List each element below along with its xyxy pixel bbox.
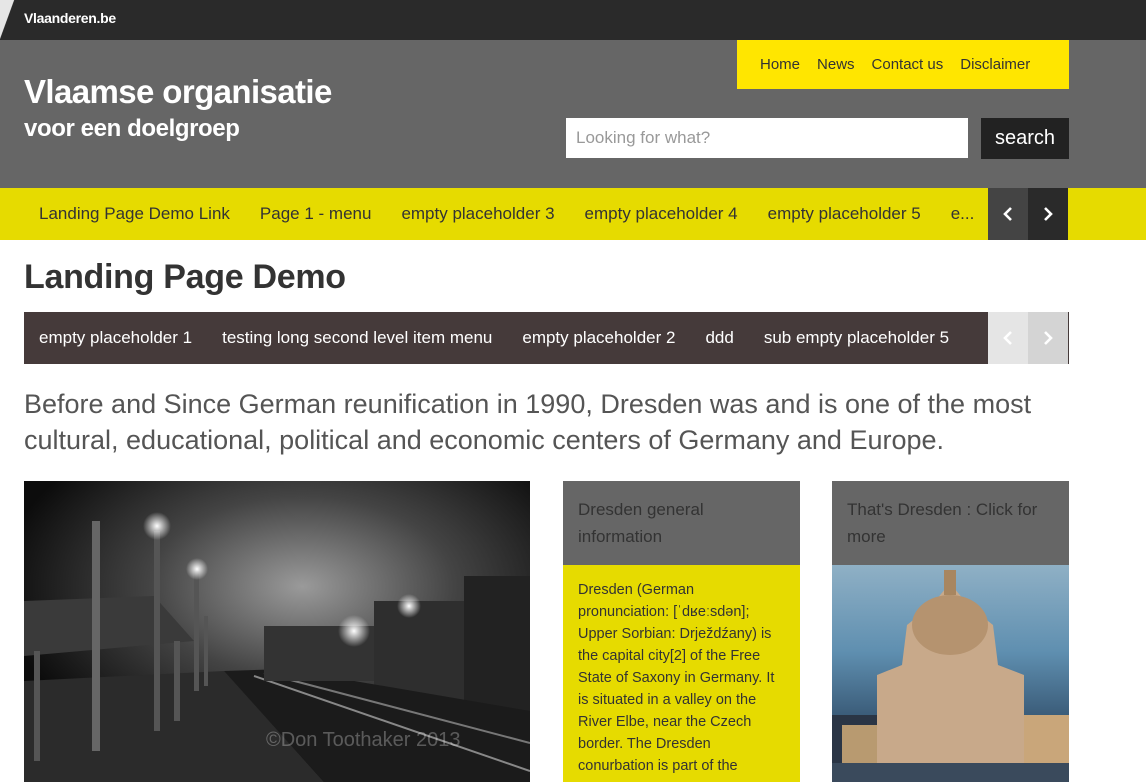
top-bar: Vlaanderen.be	[0, 0, 1146, 40]
main-nav: Landing Page Demo Link Page 1 - menu emp…	[0, 188, 1146, 240]
sub-nav-item[interactable]: empty placeholder 2	[507, 328, 690, 348]
intro-text: Before and Since German reunification in…	[24, 389, 1032, 455]
vlaanderen-link[interactable]: Vlaanderen.be	[24, 10, 116, 26]
card-body: Dresden (German pronunciation: [ˈdʁeːsdə…	[563, 565, 800, 782]
sub-nav-item[interactable]: testing long second level item menu	[207, 328, 507, 348]
chevron-left-icon[interactable]	[988, 312, 1028, 364]
card-title[interactable]: That's Dresden : Click for more	[832, 481, 1069, 565]
chevron-right-icon[interactable]	[1028, 312, 1068, 364]
site-header: Vlaamse organisatie voor een doelgroep H…	[0, 40, 1146, 188]
nav-news[interactable]: News	[817, 56, 855, 73]
train-station-photo[interactable]: ©Don Toothaker 2013	[24, 481, 530, 782]
brand-tab	[0, 0, 20, 40]
sub-nav-item[interactable]: sub empty placeholder 5	[749, 328, 964, 348]
nav-disclaimer[interactable]: Disclaimer	[960, 56, 1030, 73]
main-nav-item[interactable]: Page 1 - menu	[245, 204, 387, 224]
main-nav-item[interactable]: empty placeholder 4	[570, 204, 753, 224]
chevron-left-icon[interactable]	[988, 188, 1028, 240]
main-nav-item[interactable]: empty placeholder 3	[386, 204, 569, 224]
card-title[interactable]: Dresden general information	[563, 481, 800, 565]
photo-watermark: ©Don Toothaker 2013	[266, 729, 461, 751]
frauenkirche-photo[interactable]	[832, 565, 1069, 782]
sub-nav-item[interactable]: ddd	[690, 328, 748, 348]
nav-contact[interactable]: Contact us	[872, 56, 944, 73]
page-title: Landing Page Demo	[24, 258, 346, 296]
sub-nav: empty placeholder 1 testing long second …	[24, 312, 1069, 364]
chevron-right-icon[interactable]	[1028, 188, 1068, 240]
site-subtitle[interactable]: voor een doelgroep	[24, 115, 240, 143]
main-nav-item[interactable]: e...	[936, 204, 988, 224]
sub-nav-item[interactable]: empty placeholder 1	[24, 328, 207, 348]
search-button[interactable]: search	[981, 118, 1069, 159]
main-nav-item[interactable]: empty placeholder 5	[753, 204, 936, 224]
site-title[interactable]: Vlaamse organisatie	[24, 73, 332, 111]
search-input[interactable]: Looking for what?	[566, 118, 968, 158]
thats-dresden-card[interactable]: That's Dresden : Click for more	[832, 481, 1069, 782]
main-nav-item[interactable]: Landing Page Demo Link	[24, 204, 245, 224]
top-nav: Home News Contact us Disclaimer	[737, 40, 1069, 89]
dresden-info-card[interactable]: Dresden general information Dresden (Ger…	[563, 481, 800, 782]
nav-home[interactable]: Home	[760, 56, 800, 73]
